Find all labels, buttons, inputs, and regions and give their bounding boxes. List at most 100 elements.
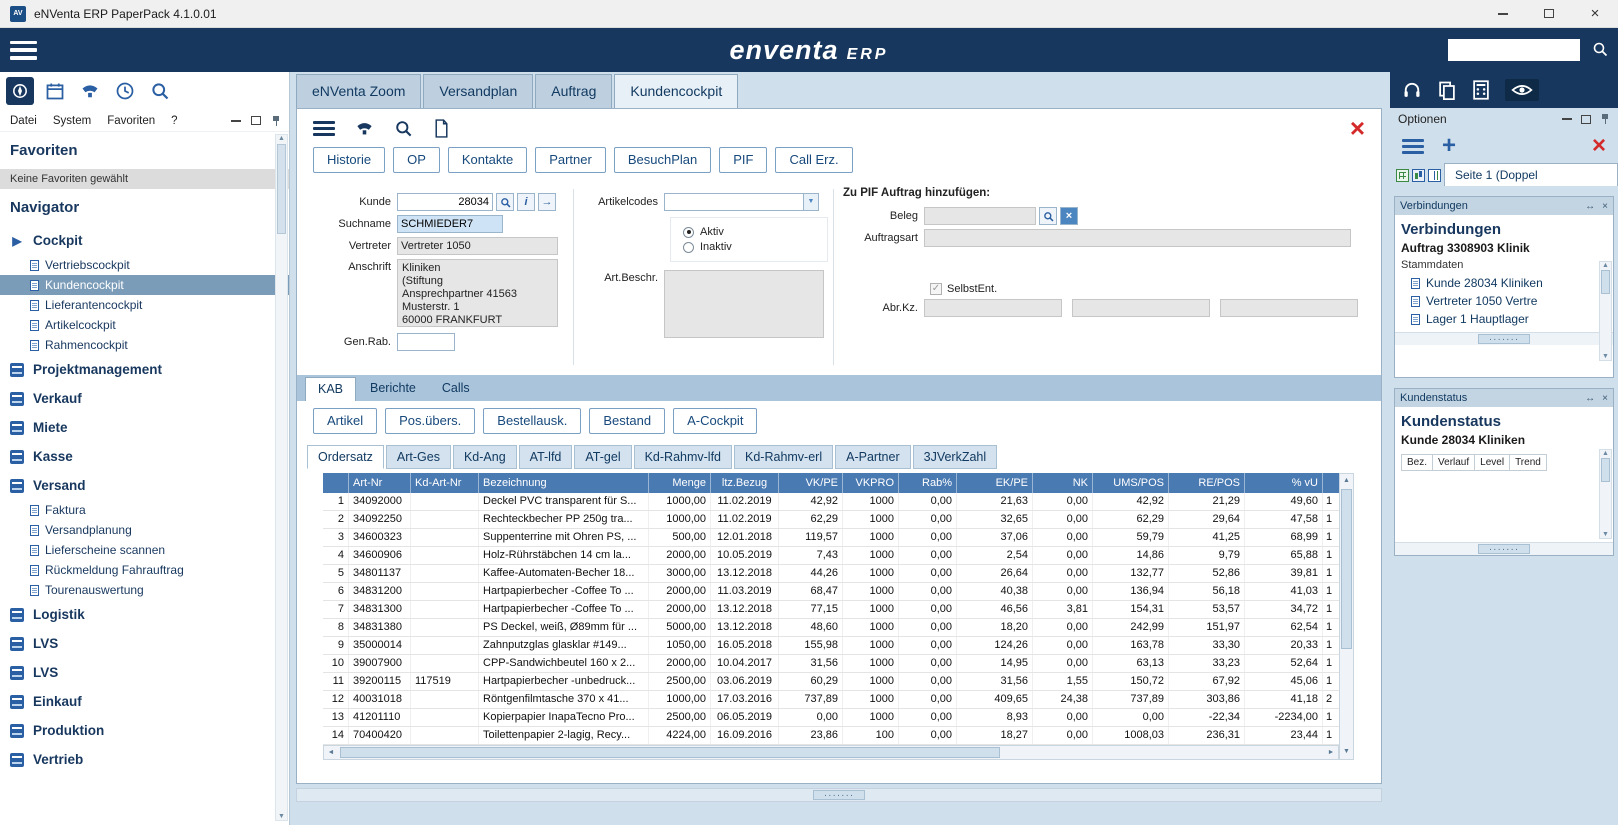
scrollbar-grip[interactable]: ·······: [1478, 544, 1530, 554]
grid-tab[interactable]: AT-lfd: [519, 445, 573, 469]
navigator-item[interactable]: Produktion: [0, 716, 289, 745]
view-chart-icon[interactable]: [1412, 169, 1425, 182]
navigator-item[interactable]: Tourenauswertung: [0, 580, 289, 600]
main-horizontal-scrollbar[interactable]: ·······: [296, 788, 1382, 802]
scroll-up-icon[interactable]: ▲: [1602, 262, 1609, 269]
pin-icon[interactable]: [1600, 113, 1610, 125]
action-button[interactable]: Partner: [535, 147, 606, 173]
sidebar-scrollbar[interactable]: ▲ ▼: [275, 134, 288, 821]
table-row[interactable]: 734831300Hartpapierbecher -Coffee To ...…: [323, 601, 1339, 619]
resize-horizontal-icon[interactable]: ↔: [1585, 393, 1595, 404]
panel-close-icon[interactable]: ×: [1602, 393, 1608, 404]
status-column-header[interactable]: Bez.: [1401, 454, 1433, 471]
beleg-search-icon[interactable]: [1039, 207, 1057, 225]
options-close-icon[interactable]: ×: [1592, 132, 1606, 160]
main-menu-burger-icon[interactable]: [10, 41, 37, 60]
grid-tab[interactable]: 3JVerkZahl: [913, 445, 998, 469]
phone-icon[interactable]: [76, 77, 104, 105]
scroll-up-icon[interactable]: ▲: [1602, 450, 1609, 457]
search-icon[interactable]: [146, 77, 174, 105]
view-grid-icon[interactable]: [1396, 169, 1409, 182]
scroll-down-icon[interactable]: ▼: [1602, 353, 1609, 360]
scrollbar-thumb[interactable]: [1601, 270, 1610, 294]
connection-item[interactable]: Kunde 28034 Kliniken: [1395, 274, 1613, 292]
table-vertical-scrollbar[interactable]: ▲ ▼: [1339, 473, 1354, 760]
view-columns-icon[interactable]: [1428, 169, 1441, 182]
panel-close-icon[interactable]: ×: [1602, 201, 1608, 212]
scrollbar-thumb[interactable]: [1341, 489, 1352, 649]
action-button[interactable]: OP: [393, 147, 440, 173]
kab-button[interactable]: Artikel: [313, 408, 377, 434]
navigator-item[interactable]: Lieferantencockpit: [0, 295, 289, 315]
table-row[interactable]: 534801137Kaffee-Automaten-Becher 18...30…: [323, 565, 1339, 583]
anschrift-field[interactable]: Kliniken (Stiftung Ansprechpartner 41563…: [397, 259, 558, 327]
window-maximize-button[interactable]: [1526, 0, 1572, 28]
navigator-item[interactable]: Versand: [0, 471, 289, 500]
navigator-item[interactable]: Kundencockpit: [0, 275, 289, 295]
main-tab[interactable]: Kundencockpit: [614, 74, 738, 108]
scrollbar-grip[interactable]: ·······: [813, 790, 865, 800]
aktiv-radio[interactable]: [683, 227, 694, 238]
navigator-item[interactable]: ▶Cockpit: [0, 226, 289, 255]
clock-icon[interactable]: [111, 77, 139, 105]
headset-icon[interactable]: [1402, 80, 1422, 100]
panel-close-icon[interactable]: ×: [1350, 111, 1365, 145]
navigator-item[interactable]: Vertrieb: [0, 745, 289, 774]
navigator-item[interactable]: Miete: [0, 413, 289, 442]
grid-tab[interactable]: Kd-Rahmv-erl: [734, 445, 833, 469]
scrollbar-grip[interactable]: ·······: [1478, 334, 1530, 344]
table-row[interactable]: 634831200Hartpapierbecher -Coffee To ...…: [323, 583, 1339, 601]
action-button[interactable]: Call Erz.: [775, 147, 852, 173]
scroll-up-icon[interactable]: ▲: [1340, 474, 1353, 488]
window-close-button[interactable]: ×: [1572, 0, 1618, 28]
abrkz-field-1[interactable]: [924, 299, 1062, 317]
add-page-button[interactable]: +: [1442, 136, 1456, 156]
beleg-input[interactable]: [924, 207, 1036, 225]
connection-item[interactable]: Lager 1 Hauptlager: [1395, 310, 1613, 328]
window-minimize-button[interactable]: [1480, 0, 1526, 28]
table-row[interactable]: 1470400420Toilettenpapier 2-lagig, Recy.…: [323, 727, 1339, 745]
status-column-header[interactable]: Verlauf: [1432, 454, 1475, 471]
selbstent-checkbox[interactable]: ✓: [930, 283, 942, 295]
action-button[interactable]: PIF: [719, 147, 767, 173]
kab-button[interactable]: Bestellausk.: [483, 408, 581, 434]
menubar-item-favoriten[interactable]: Favoriten: [101, 113, 161, 129]
panel-maximize-icon[interactable]: [1581, 115, 1591, 124]
kunde-input[interactable]: [397, 193, 493, 211]
panel-vertical-scrollbar[interactable]: ▲ ▼: [1599, 261, 1612, 361]
action-button[interactable]: Kontakte: [448, 147, 527, 173]
dropdown-arrow-icon[interactable]: ▼: [803, 194, 818, 210]
cockpit-compass-icon[interactable]: [6, 77, 34, 105]
table-row[interactable]: 935000014Zahnputzglas glasklar #149...10…: [323, 637, 1339, 655]
panel-horizontal-scrollbar[interactable]: ·······: [1395, 542, 1613, 555]
kab-button[interactable]: A-Cockpit: [673, 408, 757, 434]
panel-menu-burger-icon[interactable]: [313, 121, 335, 136]
table-row[interactable]: 434600906Holz-Rührstäbchen 14 cm la...20…: [323, 547, 1339, 565]
new-document-icon[interactable]: [433, 119, 450, 138]
panel-minimize-icon[interactable]: [1562, 118, 1572, 120]
main-tab[interactable]: eNVenta Zoom: [296, 74, 421, 108]
grid-tab[interactable]: Art-Ges: [386, 445, 451, 469]
kunde-search-icon[interactable]: [496, 193, 514, 211]
main-tab[interactable]: Versandplan: [423, 74, 533, 108]
artikelcodes-dropdown[interactable]: ▼: [664, 193, 819, 211]
copy-documents-icon[interactable]: [1437, 80, 1457, 100]
table-row[interactable]: 834831380PS Deckel, weiß, Ø89mm für ...5…: [323, 619, 1339, 637]
navigator-item[interactable]: Versandplanung: [0, 520, 289, 540]
table-horizontal-scrollbar[interactable]: ◄ ►: [323, 745, 1339, 760]
table-row[interactable]: 1341201110Kopierpapier InapaTecno Pro...…: [323, 709, 1339, 727]
scroll-up-icon[interactable]: ▲: [278, 135, 285, 142]
beleg-clear-button[interactable]: ×: [1060, 207, 1078, 225]
kab-button[interactable]: Pos.übers.: [385, 408, 475, 434]
grid-tab[interactable]: A-Partner: [835, 445, 911, 469]
navigator-item[interactable]: Artikelcockpit: [0, 315, 289, 335]
main-tab[interactable]: Auftrag: [535, 74, 612, 108]
panel-minimize-icon[interactable]: [231, 120, 241, 122]
navigator-item[interactable]: LVS: [0, 658, 289, 687]
resize-horizontal-icon[interactable]: ↔: [1585, 201, 1595, 212]
kab-tab[interactable]: Calls: [430, 377, 482, 401]
abrkz-field-2[interactable]: [1072, 299, 1210, 317]
navigator-item[interactable]: Vertriebscockpit: [0, 255, 289, 275]
grid-tab[interactable]: Kd-Rahmv-lfd: [634, 445, 732, 469]
navigator-item[interactable]: Einkauf: [0, 687, 289, 716]
